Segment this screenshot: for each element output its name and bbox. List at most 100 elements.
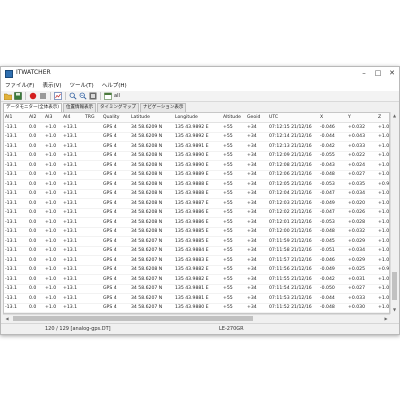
table-cell: +1.0 xyxy=(44,141,62,152)
table-cell: -0.042 xyxy=(319,274,347,285)
settings-icon[interactable] xyxy=(88,92,97,101)
table-row[interactable]: -13.1 0.0 +1.0 +13.1 GPS 4 34 58.6209 N 135 43… xyxy=(4,132,389,142)
column-header[interactable]: Longitude xyxy=(174,113,222,123)
table-cell: +0.031 xyxy=(347,274,377,285)
table-cell: +13.1 xyxy=(62,160,84,171)
zoom-icon[interactable] xyxy=(78,92,87,101)
scroll-right-icon[interactable]: ▶ xyxy=(382,315,390,322)
column-header[interactable]: AI3 xyxy=(44,113,62,123)
table-cell xyxy=(84,132,102,142)
vertical-scroll-thumb[interactable] xyxy=(392,272,397,300)
menu-view[interactable]: 表示(V) xyxy=(38,82,65,91)
scroll-left-icon[interactable]: ◀ xyxy=(3,315,11,322)
table-cell: +13.1 xyxy=(62,198,84,209)
minimize-button[interactable]: – xyxy=(357,67,371,80)
horizontal-scroll-thumb[interactable] xyxy=(13,316,253,321)
table-row[interactable]: -13.10.0+1.0+13.1 GPS 434 58.6207 N135 43… xyxy=(4,284,389,294)
stop-icon[interactable] xyxy=(38,92,47,101)
column-header[interactable]: TRG xyxy=(84,113,102,123)
table-cell: +0.020 xyxy=(347,198,377,209)
table-cell: 135 43.9892 E xyxy=(174,122,222,133)
table-row[interactable]: -13.1 0.0 +1.0 +13.1 GPS 4 34 58.6208 N 135 43… xyxy=(4,265,389,275)
close-button[interactable]: ✕ xyxy=(385,67,399,80)
open-icon[interactable] xyxy=(3,92,12,101)
column-header[interactable]: Y xyxy=(347,113,377,123)
record-icon[interactable] xyxy=(28,92,37,101)
table-cell: 0.0 xyxy=(28,170,44,180)
scroll-down-icon[interactable]: ▼ xyxy=(391,306,398,314)
table-cell: +1.002 xyxy=(377,132,389,142)
table-row[interactable]: -13.10.0+1.0+13.1 GPS 434 58.6207 N135 43… xyxy=(4,293,389,304)
status-record-count: 120 / 129 [analog-gps.DT] xyxy=(45,326,111,332)
table-row[interactable]: -13.1 0.0 +1.0 +13.1 GPS 4 34 58.6209 N 135 43… xyxy=(4,122,389,133)
table-row[interactable]: -13.1 0.0 +1.0 +13.1 GPS 4 34 58.6208 N 135 43… xyxy=(4,160,389,171)
table-cell: -13.1 xyxy=(4,141,28,152)
table-row[interactable]: -13.1 0.0 +1.0 +13.1 GPS 4 34 58.6208 N 135 43… xyxy=(4,217,389,228)
table-cell: 34 58.6208 N xyxy=(130,217,174,228)
table-cell: 135 43.9885 E xyxy=(174,236,222,247)
table-cell xyxy=(84,236,102,247)
horizontal-scrollbar[interactable]: ◀ ▶ xyxy=(3,314,390,322)
table-cell: -13.1 xyxy=(4,284,28,294)
tab-strip: データモニター(全体表示) 位置情報表示 タイミングマップ ナビゲーション表示 xyxy=(3,103,187,112)
column-header[interactable]: Quality xyxy=(102,113,130,123)
table-cell: GPS 4 xyxy=(102,227,130,237)
tab-position-info[interactable]: 位置情報表示 xyxy=(63,103,97,112)
table-row[interactable]: -13.1 0.0 +1.0 +13.1 GPS 4 34 58.6208 N 135 43… xyxy=(4,208,389,218)
table-cell: +34 xyxy=(246,284,268,294)
chart-icon[interactable] xyxy=(53,92,62,101)
table-cell xyxy=(84,227,102,237)
save-icon[interactable] xyxy=(13,92,22,101)
title-bar[interactable]: ITWATCHER – □ ✕ xyxy=(1,67,399,82)
table-cell: 0.0 xyxy=(28,160,44,171)
column-header[interactable]: AI2 xyxy=(28,113,44,123)
table-row[interactable]: -13.1 0.0 +1.0 +13.1 GPS 4 34 58.6208 N 135 43… xyxy=(4,141,389,152)
search-icon[interactable] xyxy=(68,92,77,101)
tab-navigation[interactable]: ナビゲーション表示 xyxy=(140,103,187,112)
column-header[interactable]: Z xyxy=(377,113,389,123)
table-cell: +34 xyxy=(246,236,268,247)
column-header[interactable]: UTC xyxy=(268,113,319,123)
menu-file[interactable]: ファイル(F) xyxy=(1,82,38,91)
toolbar-all-label[interactable]: all xyxy=(114,93,120,99)
table-cell: +0.999 xyxy=(377,265,389,275)
table-row[interactable]: -13.10.0+1.0+13.1 GPS 434 58.6207 N135 43… xyxy=(4,303,389,313)
table-row[interactable]: -13.1 0.0 +1.0 +13.1 GPS 4 34 58.6208 N 135 43… xyxy=(4,151,389,161)
table-cell: +1.003 xyxy=(377,160,389,171)
column-header[interactable]: Geoid xyxy=(246,113,268,123)
table-cell: -13.1 xyxy=(4,274,28,285)
table-row[interactable]: -13.1 0.0 +1.0 +13.1 GPS 4 34 58.6208 N 135 43… xyxy=(4,170,389,180)
table-cell: +13.1 xyxy=(62,284,84,294)
column-header[interactable]: AI4 xyxy=(62,113,84,123)
column-header[interactable]: X xyxy=(319,113,347,123)
scroll-up-icon[interactable]: ▲ xyxy=(391,112,398,120)
column-header[interactable]: AI1 xyxy=(4,113,28,123)
data-grid[interactable]: AI1 AI2 AI3 AI4 TRG Quality Latitude Longitude A… xyxy=(3,112,390,314)
table-cell xyxy=(84,189,102,199)
status-bar: 120 / 129 [analog-gps.DT] LE-270GR xyxy=(1,323,399,334)
menu-help[interactable]: ヘルプ(H) xyxy=(98,82,131,91)
table-cell: GPS 4 xyxy=(102,274,130,285)
column-header[interactable]: Latitude xyxy=(130,113,174,123)
vertical-scrollbar[interactable]: ▲ ▼ xyxy=(390,112,398,314)
tab-timing-map[interactable]: タイミングマップ xyxy=(97,103,140,112)
table-row[interactable]: -13.10.0+1.0+13.1 GPS 434 58.6207 N135 43… xyxy=(4,246,389,256)
table-cell: -0.049 xyxy=(319,198,347,209)
table-cell: +0.027 xyxy=(347,170,377,180)
column-header[interactable]: Altitude xyxy=(222,113,246,123)
table-row[interactable]: -13.10.0+1.0+13.1 GPS 434 58.6207 N135 43… xyxy=(4,274,389,285)
table-cell: 34 58.6209 N xyxy=(130,132,174,142)
table-row[interactable]: -13.10.0+1.0+13.1 GPS 434 58.6207 N135 43… xyxy=(4,236,389,247)
table-cell: +1.0 xyxy=(44,151,62,161)
table-cell: +34 xyxy=(246,198,268,209)
table-row[interactable]: -13.1 0.0 +1.0 +13.1 GPS 4 34 58.6208 N 135 43… xyxy=(4,189,389,199)
maximize-button[interactable]: □ xyxy=(371,67,385,80)
calendar-icon[interactable] xyxy=(103,92,112,101)
table-row[interactable]: -13.10.0+1.0+13.1 GPS 434 58.6207 N135 43… xyxy=(4,255,389,266)
tab-data-monitor[interactable]: データモニター(全体表示) xyxy=(3,103,63,112)
table-cell: +34 xyxy=(246,179,268,190)
menu-tools[interactable]: ツール(T) xyxy=(66,82,98,91)
table-row[interactable]: -13.1 0.0 +1.0 +13.1 GPS 4 34 58.6208 N 135 43… xyxy=(4,227,389,237)
table-row[interactable]: -13.1 0.0 +1.0 +13.1 GPS 4 34 58.6208 N 135 43… xyxy=(4,179,389,190)
table-row[interactable]: -13.1 0.0 +1.0 +13.1 GPS 4 34 58.6208 N 135 43… xyxy=(4,198,389,209)
